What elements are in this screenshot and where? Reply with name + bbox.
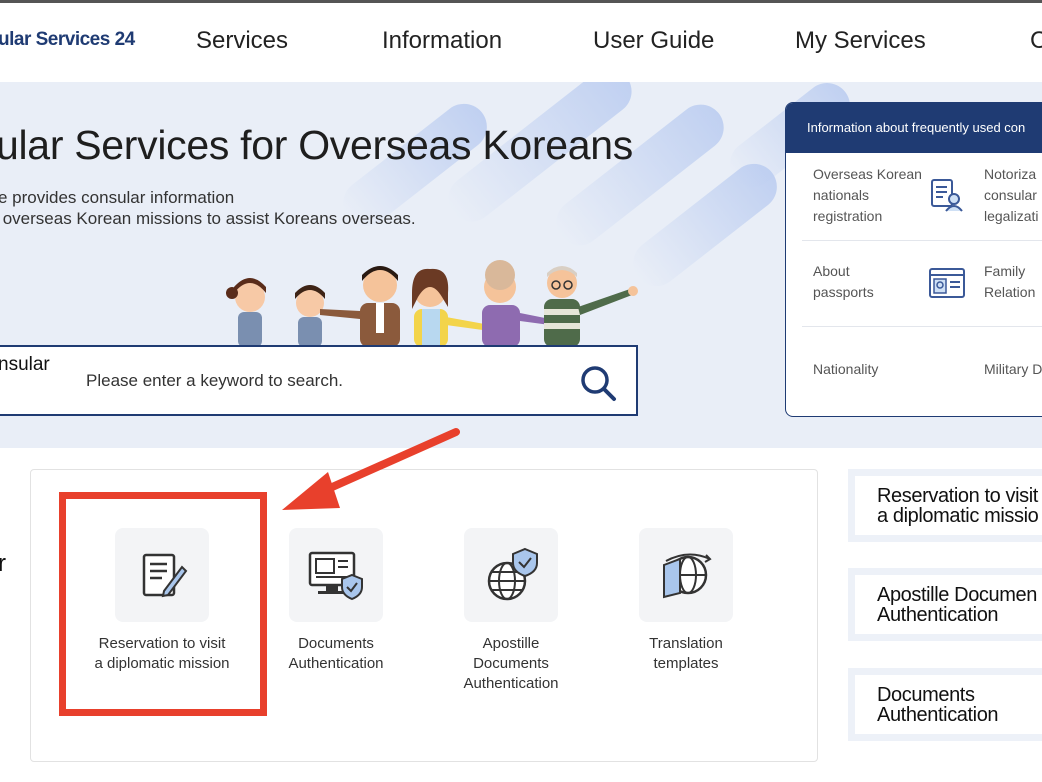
passport-icon [929, 268, 965, 298]
info-panel-heading: Information about frequently used con [786, 103, 1042, 153]
frequently-used-info-panel: Information about frequently used con Ov… [785, 102, 1042, 417]
site-logo[interactable]: ular Services 24 [0, 29, 135, 51]
annotation-arrow [282, 428, 460, 510]
nav-my-services[interactable]: My Services [795, 27, 926, 55]
quick-documents-authentication-button[interactable]: Documents Authentication [848, 668, 1042, 741]
service-apostille-documents[interactable]: Apostille Documents Authentication [426, 528, 596, 694]
service-reservation-visit[interactable]: Reservation to visit a diplomatic missio… [77, 528, 247, 674]
search-input[interactable] [86, 369, 556, 393]
service-icon-box [115, 528, 209, 622]
service-label: Reservation to visit a diplomatic missio… [94, 635, 230, 672]
info-item-military[interactable]: Military D [984, 359, 1042, 380]
info-item-overseas-registration[interactable]: Overseas Korean nationals registration [813, 164, 922, 227]
search-box [0, 345, 638, 416]
section-title-cut: r [0, 550, 6, 577]
registration-document-icon [931, 179, 963, 212]
service-translation-templates[interactable]: Translation templates [601, 528, 771, 674]
globe-translate-icon [663, 553, 712, 599]
info-item-notarization[interactable]: Notoriza consular legalizati [984, 164, 1038, 227]
service-icon-box [639, 528, 733, 622]
info-item-family-relation[interactable]: Family Relation [984, 261, 1035, 303]
service-icon-box [464, 528, 558, 622]
globe-shield-icon [487, 547, 538, 601]
family-illustration [226, 260, 638, 347]
service-label: Translation templates [649, 635, 723, 672]
site-header: ular Services 24 Services Information Us… [0, 3, 1042, 82]
search-label: nsular [0, 354, 50, 375]
service-label: Documents Authentication [288, 635, 384, 672]
service-icon-box [289, 528, 383, 622]
nav-user-guide[interactable]: User Guide [593, 27, 714, 55]
info-item-passports[interactable]: About passports [813, 261, 874, 303]
hero-subtitle: e provides consular information overseas… [0, 188, 416, 228]
service-documents-authentication[interactable]: Documents Authentication [251, 528, 421, 674]
service-label: Apostille Documents Authentication [463, 635, 559, 692]
search-button[interactable] [578, 363, 618, 403]
search-icon [581, 366, 616, 401]
quick-reservation-button[interactable]: Reservation to visit a diplomatic missio [848, 469, 1042, 542]
edit-document-icon [142, 553, 188, 598]
nav-services[interactable]: Services [196, 27, 288, 55]
hero-title: ular Services for Overseas Koreans [0, 122, 633, 168]
quick-apostille-button[interactable]: Apostille Documen Authentication [848, 568, 1042, 641]
info-item-nationality[interactable]: Nationality [813, 359, 878, 380]
nav-information[interactable]: Information [382, 27, 502, 55]
nav-item-cut[interactable]: C [1030, 27, 1042, 55]
monitor-shield-icon [308, 551, 363, 601]
